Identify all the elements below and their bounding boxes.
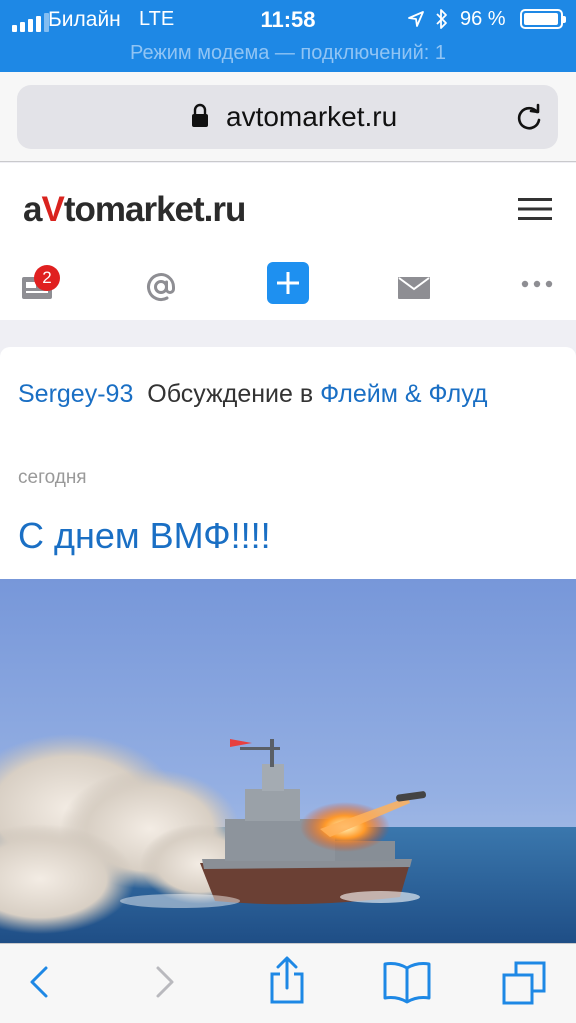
author-link[interactable]: Sergey-93 bbox=[18, 380, 133, 408]
hamburger-menu-icon[interactable] bbox=[518, 197, 552, 221]
activity-text: Обсуждение в bbox=[147, 380, 314, 408]
bluetooth-icon bbox=[436, 9, 447, 29]
browser-toolbar bbox=[0, 943, 576, 1023]
url-text[interactable]: avtomarket.ru bbox=[226, 101, 397, 133]
site-logo[interactable]: aVtomarket.ru bbox=[23, 190, 247, 230]
tabs-icon[interactable] bbox=[500, 960, 548, 1006]
forward-icon[interactable] bbox=[154, 962, 176, 1002]
post-photo[interactable] bbox=[0, 579, 576, 943]
add-post-button[interactable] bbox=[267, 262, 309, 304]
post-activity-line: Sergey-93 Обсуждение в Флейм & Флуд bbox=[18, 380, 488, 409]
forum-link[interactable]: Флейм & Флуд bbox=[320, 380, 487, 408]
messages-icon[interactable] bbox=[398, 277, 430, 299]
status-bar: Билайн LTE 11:58 96 % bbox=[0, 0, 576, 38]
warship-missile-launch-image bbox=[0, 579, 576, 943]
location-arrow-icon bbox=[408, 11, 424, 27]
post-date: сегодня bbox=[18, 467, 87, 488]
lock-icon bbox=[192, 103, 208, 127]
hotspot-banner[interactable]: Режим модема — подключений: 1 bbox=[0, 38, 576, 72]
battery-icon bbox=[520, 9, 566, 29]
address-bar[interactable]: avtomarket.ru bbox=[17, 85, 558, 149]
logo-letter-a: a bbox=[23, 190, 42, 229]
share-icon[interactable] bbox=[268, 956, 306, 1006]
reload-icon[interactable] bbox=[515, 102, 543, 132]
mentions-icon[interactable] bbox=[146, 272, 176, 302]
post-title[interactable]: С днем ВМФ!!!! bbox=[18, 515, 271, 557]
notifications-badge: 2 bbox=[34, 265, 60, 291]
battery-percentage: 96 % bbox=[460, 8, 506, 30]
plus-icon bbox=[277, 272, 299, 294]
back-icon[interactable] bbox=[28, 962, 50, 1002]
bookmarks-icon[interactable] bbox=[382, 960, 432, 1004]
address-bar-area: avtomarket.ru bbox=[0, 72, 576, 162]
logo-text: tomarket.ru bbox=[63, 190, 247, 229]
logo-letter-v: V bbox=[41, 190, 64, 229]
more-options-icon[interactable] bbox=[521, 280, 553, 288]
battery-level bbox=[524, 13, 558, 25]
